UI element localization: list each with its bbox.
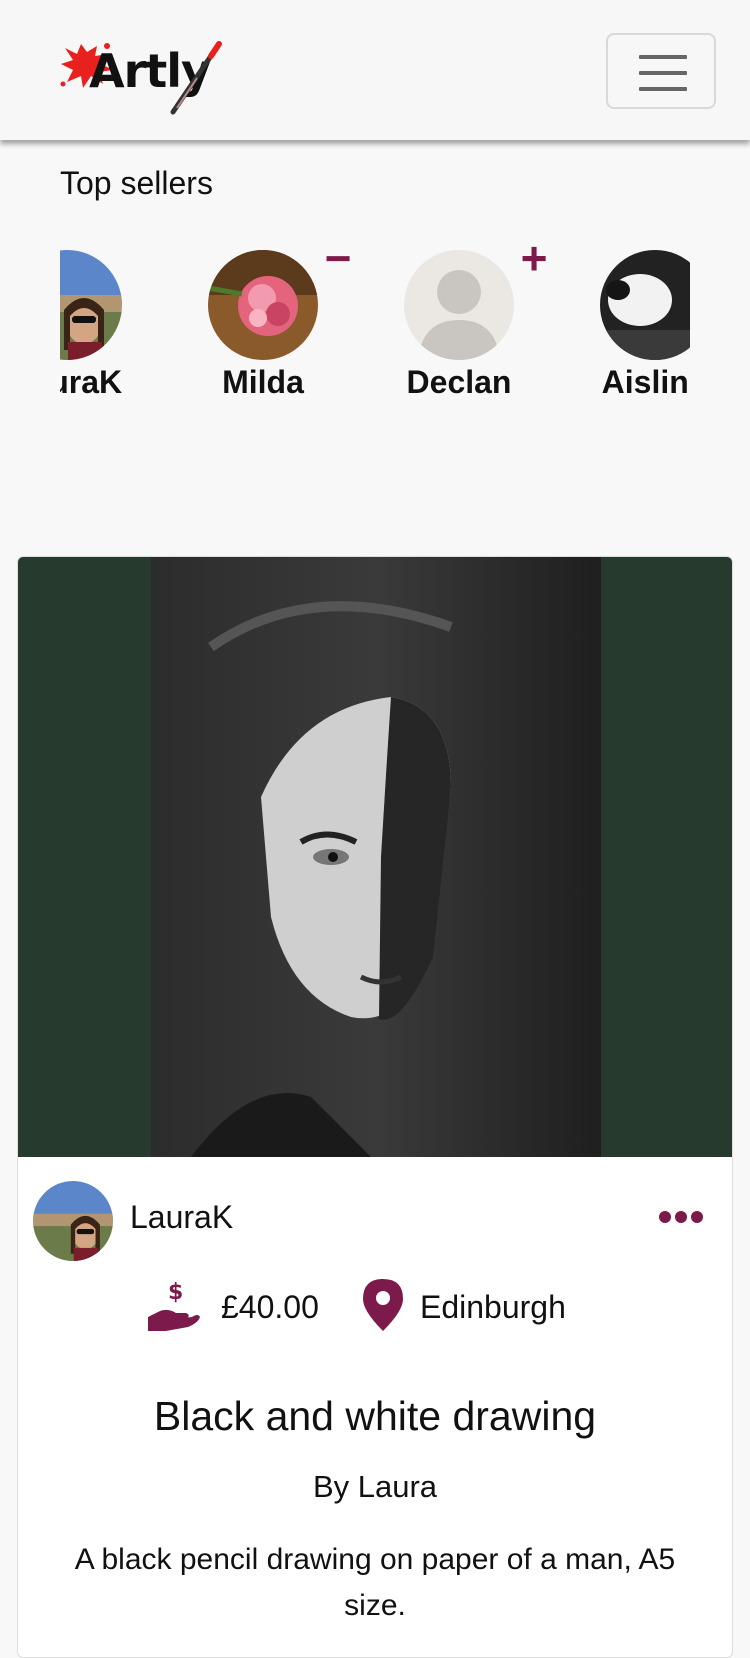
seller-avatar (60, 250, 122, 360)
artwork-image[interactable] (18, 557, 732, 1157)
follow-button[interactable]: + (514, 238, 554, 281)
menu-toggle-button[interactable] (606, 33, 716, 109)
seller-avatar (600, 250, 690, 360)
map-marker-icon (363, 1279, 403, 1331)
seller-avatar (404, 250, 514, 360)
svg-text:$: $ (168, 1280, 183, 1305)
navbar: Artly (0, 0, 750, 140)
hamburger-icon (639, 71, 687, 75)
seller-item-milda[interactable]: − Milda (163, 238, 363, 408)
author-name[interactable]: LauraK (130, 1199, 233, 1236)
top-sellers-title: Top sellers (60, 165, 213, 201)
top-sellers-carousel[interactable]: LauraK − Milda (60, 238, 690, 408)
artwork-description: A black pencil drawing on paper of a man… (74, 1543, 676, 1622)
seller-name: Milda (222, 364, 304, 400)
plus-icon: + (520, 238, 548, 284)
seller-item-declan[interactable]: + Declan (359, 238, 559, 408)
more-options-icon[interactable] (658, 1207, 704, 1227)
hand-holding-dollar-icon: $ (148, 1280, 200, 1331)
seller-name: Aisling (601, 364, 690, 400)
artly-logo[interactable]: Artly (55, 34, 225, 116)
location: Edinburgh (420, 1289, 566, 1325)
seller-avatar (208, 250, 318, 360)
hamburger-icon (639, 55, 687, 59)
pencil-drawing-image (151, 557, 601, 1157)
seller-item-aisling[interactable]: Aisling (555, 238, 690, 408)
artwork-meta: $ £40.00 Edinburgh (18, 1277, 732, 1337)
author-avatar[interactable] (33, 1181, 113, 1261)
default-user-icon (404, 250, 514, 360)
card-body: LauraK $ £40.00 Edinburgh Black and whit… (18, 1157, 732, 1657)
seller-item-laurak[interactable]: LauraK (60, 238, 167, 408)
unfollow-button[interactable]: − (318, 238, 358, 281)
paintbrush-icon (170, 41, 222, 115)
artwork-card: LauraK $ £40.00 Edinburgh Black and whit… (17, 556, 733, 1658)
artwork-artist: By Laura (312, 1469, 438, 1504)
seller-name: Declan (406, 364, 512, 400)
hamburger-icon (639, 87, 687, 91)
minus-icon: − (324, 238, 352, 284)
price: £40.00 (221, 1289, 319, 1325)
seller-name: LauraK (60, 364, 123, 400)
artwork-title: Black and white drawing (153, 1393, 597, 1439)
